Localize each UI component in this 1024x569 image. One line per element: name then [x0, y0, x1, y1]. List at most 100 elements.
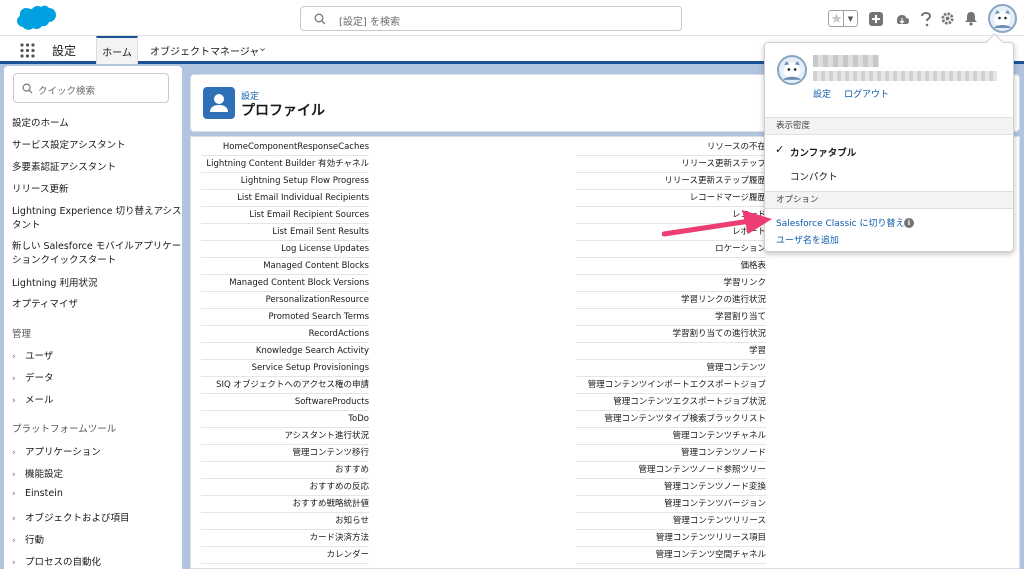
list-item[interactable]: 管理コンテンツリリース項目 — [576, 530, 766, 547]
list-item[interactable]: 管理コンテンツノード参照ツリー — [576, 462, 766, 479]
global-search-input[interactable]: [設定] を検索 — [300, 6, 682, 31]
list-item[interactable]: リソースの不在 — [576, 139, 766, 156]
list-item[interactable]: 管理コンテンツインポートエクスポートジョブ — [576, 377, 766, 394]
chevron-right-icon: › — [12, 470, 16, 480]
user-name-redacted — [813, 55, 879, 67]
list-item[interactable]: 管理コンテンツタイプ検索ブラックリスト — [576, 411, 766, 428]
chevron-right-icon: › — [12, 489, 16, 499]
list-item[interactable]: Managed Content Block Versions — [201, 275, 369, 292]
add-icon[interactable] — [867, 10, 884, 27]
list-item[interactable]: List Email Recipient Sources — [201, 207, 369, 224]
list-item[interactable]: Log License Updates — [201, 241, 369, 258]
search-icon — [22, 83, 33, 94]
density-compact-option[interactable]: コンパクト — [790, 169, 838, 183]
sidebar-item-service-setup[interactable]: サービス設定アシスタント — [12, 139, 182, 153]
tab-home[interactable]: ホーム — [96, 36, 138, 64]
list-item[interactable]: リリース更新ステップ履歴 — [576, 173, 766, 190]
switch-to-classic-link[interactable]: Salesforce Classic に切り替え — [776, 216, 904, 229]
sidebar-tree-data[interactable]: › データ — [12, 370, 54, 384]
list-item[interactable]: HomeComponentResponseCaches — [201, 139, 369, 156]
list-item[interactable]: 学習リンクの進行状況 — [576, 292, 766, 309]
list-item[interactable]: PersonalizationResource — [201, 292, 369, 309]
sidebar-tree-apps[interactable]: › アプリケーション — [12, 444, 101, 458]
list-item[interactable]: Managed Content Blocks — [201, 258, 369, 275]
sidebar-tree-label: ユーザ — [25, 351, 54, 362]
list-item[interactable]: Promoted Search Terms — [201, 309, 369, 326]
list-item[interactable]: List Email Sent Results — [201, 224, 369, 241]
sidebar-tree-einstein[interactable]: › Einstein — [12, 488, 63, 499]
list-item[interactable]: 管理コンテンツリリース — [576, 513, 766, 530]
sidebar-item-lightning-usage[interactable]: Lightning 利用状況 — [12, 277, 182, 291]
list-item[interactable]: RecordActions — [201, 326, 369, 343]
app-launcher-icon[interactable] — [20, 43, 35, 58]
info-icon[interactable]: i — [904, 218, 914, 228]
list-item[interactable]: アシスタント進行状況 — [201, 428, 369, 445]
list-item[interactable]: Knowledge Search Activity — [201, 343, 369, 360]
sidebar-tree-feature-settings[interactable]: › 機能設定 — [12, 466, 63, 480]
help-icon[interactable] — [917, 10, 934, 27]
list-item[interactable]: おすすめ戦略統計値 — [201, 496, 369, 513]
add-username-link[interactable]: ユーザ名を追加 — [776, 233, 839, 246]
chevron-down-icon[interactable]: ⌄ — [258, 41, 267, 54]
density-comfy-option[interactable]: カンファタブル — [790, 145, 856, 159]
list-item[interactable]: カード決済方法 — [201, 530, 369, 547]
list-item[interactable]: List Email Individual Recipients — [201, 190, 369, 207]
quick-find-input[interactable]: クイック検索 — [13, 73, 169, 103]
list-item[interactable]: Lightning Setup Flow Progress — [201, 173, 369, 190]
list-item[interactable]: リリース更新ステップ — [576, 156, 766, 173]
list-item[interactable]: 管理コンテンツチャネル — [576, 428, 766, 445]
list-item[interactable]: 価格表 — [576, 258, 766, 275]
sidebar-tree-label: Einstein — [25, 488, 63, 499]
list-item[interactable]: 学習割り当て — [576, 309, 766, 326]
list-item[interactable]: ロケーション — [576, 241, 766, 258]
chevron-down-icon[interactable]: ▼ — [844, 11, 857, 26]
favorites-button[interactable]: ▼ — [828, 10, 858, 27]
list-item[interactable]: ToDo — [201, 411, 369, 428]
list-item[interactable]: 管理コンテンツ移行 — [201, 445, 369, 462]
list-item[interactable]: SIQ オブジェクトへのアクセス権の申請 — [201, 377, 369, 394]
user-avatar-button[interactable] — [988, 4, 1017, 33]
list-item[interactable]: 学習リンク — [576, 275, 766, 292]
star-icon[interactable] — [829, 11, 844, 26]
sidebar-heading-platform: プラットフォームツール — [12, 424, 117, 435]
logout-link[interactable]: ログアウト — [844, 87, 889, 100]
settings-link[interactable]: 設定 — [813, 87, 831, 100]
list-item[interactable]: お知らせ — [201, 513, 369, 530]
user-avatar — [777, 55, 807, 85]
trailhead-icon[interactable] — [894, 10, 911, 27]
sidebar-tree-email[interactable]: › メール — [12, 392, 54, 406]
list-item[interactable]: Lightning Content Builder 有効チャネル — [201, 156, 369, 173]
sidebar-tree-process-automation[interactable]: › プロセスの自動化 — [12, 554, 101, 568]
sidebar-item-release-updates[interactable]: リリース更新 — [12, 183, 182, 197]
sidebar-item-optimizer[interactable]: オプティマイザ — [12, 298, 182, 312]
list-item[interactable]: Service Setup Provisionings — [201, 360, 369, 377]
list-item[interactable]: 学習割り当ての進行状況 — [576, 326, 766, 343]
list-item[interactable]: 学習 — [576, 343, 766, 360]
salesforce-logo[interactable] — [14, 5, 58, 32]
list-item[interactable]: 管理コンテンツ空間チャネル — [576, 547, 766, 564]
list-item[interactable]: 管理コンテンツノード変換 — [576, 479, 766, 496]
list-item[interactable]: レコードマージ履歴 — [576, 190, 766, 207]
global-header: [設定] を検索 ▼ — [0, 0, 1024, 36]
sidebar-item-setup-home[interactable]: 設定のホーム — [12, 117, 182, 131]
list-item[interactable]: 管理コンテンツバージョン — [576, 496, 766, 513]
user-email-redacted — [813, 71, 997, 81]
sidebar-tree-objects-fields[interactable]: › オブジェクトおよび項目 — [12, 510, 130, 524]
list-item[interactable]: おすすめ — [201, 462, 369, 479]
list-item[interactable]: 管理コンテンツエクスポートジョブ状況 — [576, 394, 766, 411]
sidebar-item-mobile-quickstart[interactable]: 新しい Salesforce モバイルアプリケーションクイックスタート — [12, 240, 182, 268]
list-item[interactable]: 管理コンテンツ — [576, 360, 766, 377]
gear-icon[interactable] — [939, 10, 956, 27]
list-item[interactable]: SoftwareProducts — [201, 394, 369, 411]
sidebar-tree-activities[interactable]: › 行動 — [12, 532, 44, 546]
list-item[interactable]: 管理コンテンツノード — [576, 445, 766, 462]
list-item[interactable]: カレンダー — [201, 547, 369, 564]
sidebar-item-lex-transition[interactable]: Lightning Experience 切り替えアシスタント — [12, 205, 182, 233]
app-name: 設定 — [52, 44, 77, 58]
bell-icon[interactable] — [962, 10, 979, 27]
list-item[interactable]: おすすめの反応 — [201, 479, 369, 496]
sidebar-tree-users[interactable]: › ユーザ — [12, 348, 53, 362]
sidebar-item-mfa-assistant[interactable]: 多要素認証アシスタント — [12, 161, 182, 175]
tab-object-manager[interactable]: オブジェクトマネージャ — [150, 43, 259, 58]
checkmark-icon: ✓ — [775, 143, 785, 156]
